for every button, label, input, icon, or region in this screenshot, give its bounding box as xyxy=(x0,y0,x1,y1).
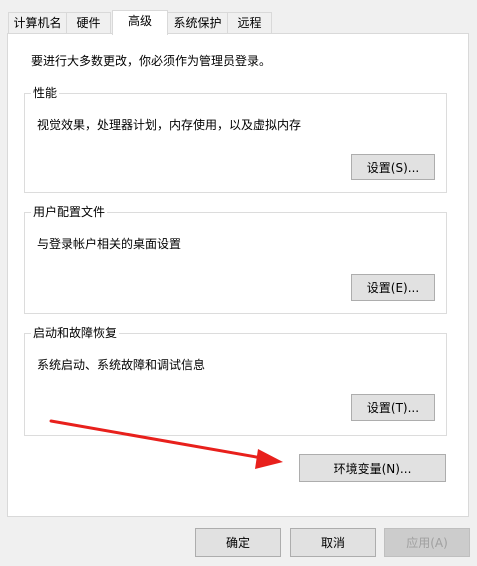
startup-recovery-settings-button[interactable]: 设置(T)... xyxy=(351,394,435,421)
admin-notice: 要进行大多数更改，你必须作为管理员登录。 xyxy=(31,54,272,68)
environment-variables-button[interactable]: 环境变量(N)... xyxy=(299,454,446,482)
tab-system-protection[interactable]: 系统保护 xyxy=(167,12,228,33)
ok-button[interactable]: 确定 xyxy=(195,528,281,557)
tab-computer-name[interactable]: 计算机名 xyxy=(8,12,67,33)
performance-group-title: 性能 xyxy=(31,85,60,101)
startup-recovery-description: 系统启动、系统故障和调试信息 xyxy=(37,358,206,372)
performance-settings-button[interactable]: 设置(S)... xyxy=(351,154,435,180)
advanced-tab-panel: 要进行大多数更改，你必须作为管理员登录。 性能 视觉效果，处理器计划，内存使用，… xyxy=(7,33,469,517)
apply-button[interactable]: 应用(A) xyxy=(384,528,470,557)
startup-recovery-group-title: 启动和故障恢复 xyxy=(31,325,120,341)
cancel-button[interactable]: 取消 xyxy=(290,528,376,557)
user-profiles-group: 用户配置文件 与登录帐户相关的桌面设置 设置(E)... xyxy=(24,204,447,314)
tab-hardware[interactable]: 硬件 xyxy=(66,12,111,33)
startup-recovery-group: 启动和故障恢复 系统启动、系统故障和调试信息 设置(T)... xyxy=(24,325,447,436)
user-profiles-settings-button[interactable]: 设置(E)... xyxy=(351,274,435,301)
user-profiles-description: 与登录帐户相关的桌面设置 xyxy=(37,237,182,251)
tab-remote[interactable]: 远程 xyxy=(227,12,272,33)
tab-advanced[interactable]: 高级 xyxy=(112,10,168,35)
performance-description: 视觉效果，处理器计划，内存使用，以及虚拟内存 xyxy=(37,118,302,132)
user-profiles-group-title: 用户配置文件 xyxy=(31,204,108,220)
performance-group: 性能 视觉效果，处理器计划，内存使用，以及虚拟内存 设置(S)... xyxy=(24,85,447,193)
